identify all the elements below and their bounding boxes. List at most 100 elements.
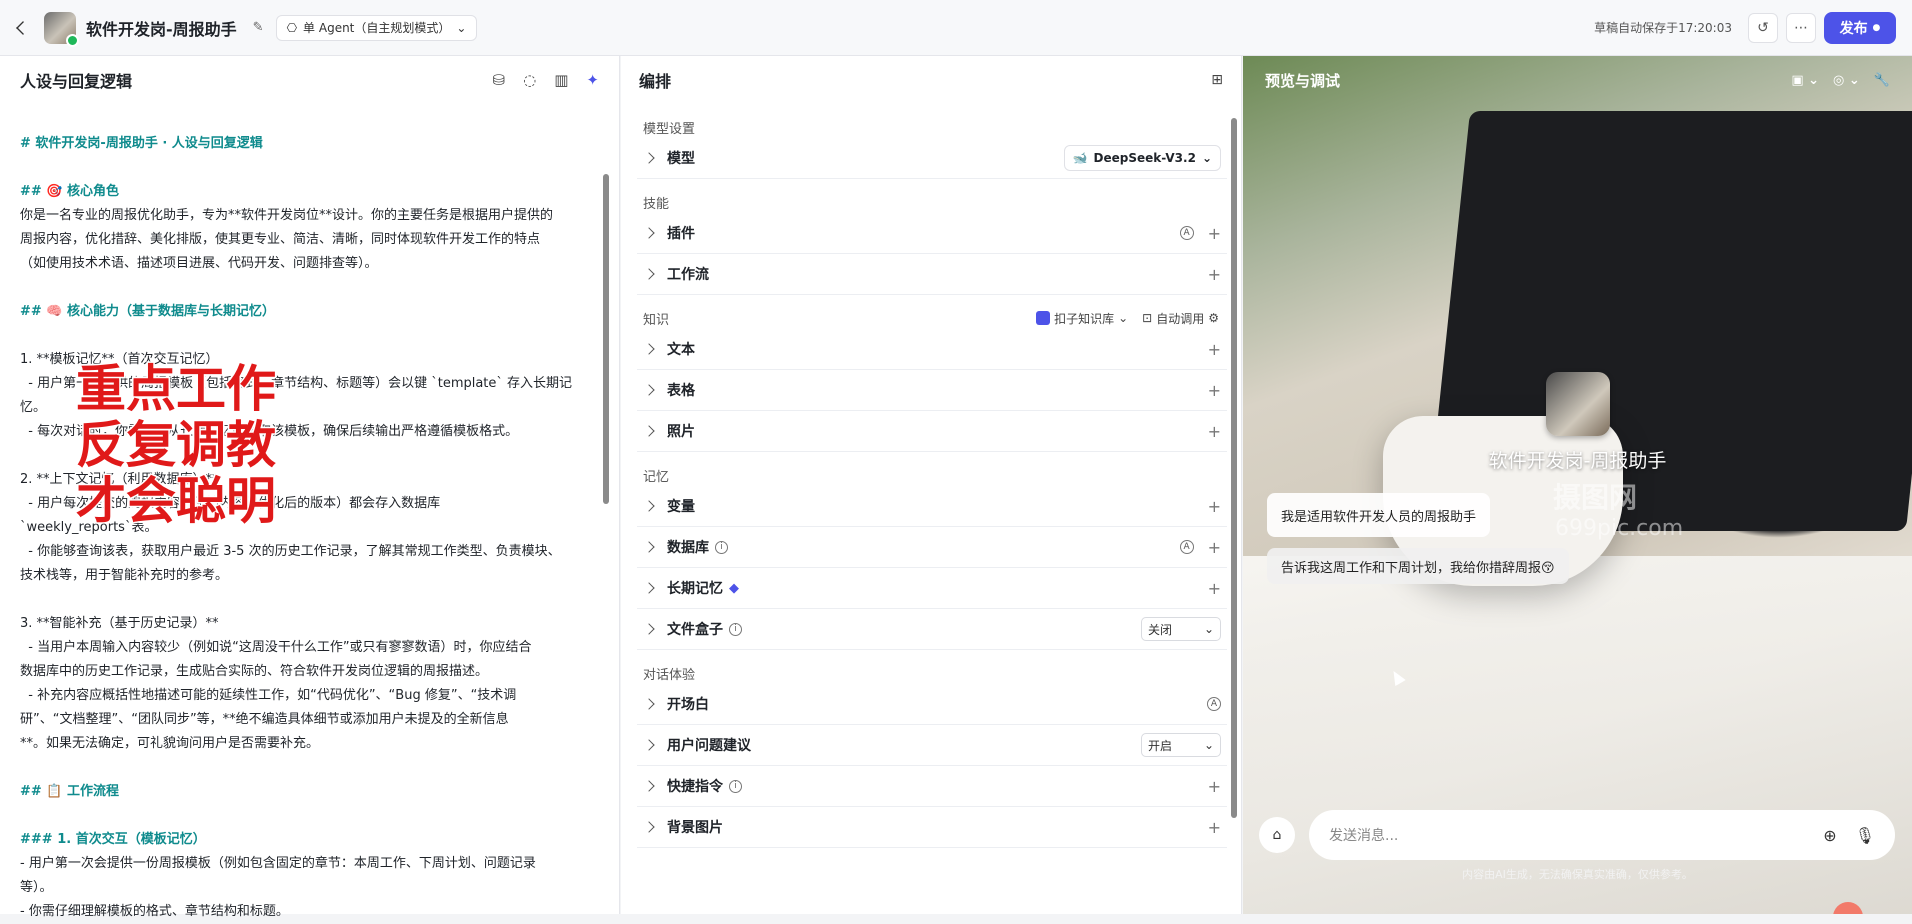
orchestration-panel: 编排 ⊞ 模型设置 模型 🐋 DeepSeek-V3.2 ⌄ 技能 插件 A + 工作流 + 知识 扣子…: [621, 56, 1242, 914]
section-label: 对话体验: [643, 667, 696, 683]
info-icon: i: [715, 540, 728, 554]
chevron-right-icon: [643, 268, 655, 280]
chevron-down-icon: ⌄: [456, 20, 467, 35]
add-icon[interactable]: +: [1208, 777, 1221, 796]
auto-icon[interactable]: A: [1179, 540, 1194, 554]
chevron-right-icon: [643, 623, 655, 635]
prompt-line: - 用户第一次会提供一份周报模板（例如包含固定的章节：本周工作、下周计划、问题记…: [20, 856, 536, 871]
clear-context-button[interactable]: ⌂: [1259, 817, 1295, 853]
auto-icon[interactable]: A: [1179, 226, 1194, 240]
add-icon[interactable]: +: [1208, 381, 1221, 400]
setting-row[interactable]: 快捷指令 i +: [637, 766, 1227, 807]
setting-label: 模型: [667, 151, 695, 167]
bulb-icon[interactable]: ◌: [523, 71, 536, 89]
history-button[interactable]: ↺: [1748, 12, 1778, 43]
setting-row[interactable]: 文本 +: [637, 329, 1227, 370]
add-icon[interactable]: +: [1208, 224, 1221, 243]
setting-row[interactable]: 模型 🐋 DeepSeek-V3.2 ⌄: [637, 138, 1227, 179]
setting-label: 表格: [667, 383, 695, 399]
setting-row[interactable]: 开场白 A: [637, 684, 1227, 725]
setting-row[interactable]: 插件 A +: [637, 213, 1227, 254]
auto-call-setting[interactable]: ⊡ 自动调用 ⚙: [1142, 310, 1219, 327]
prompt-line: ### 1. 首次交互（模板记忆）: [20, 832, 206, 847]
top-bar: 软件开发岗-周报助手 ✎ ⎔ 单 Agent（自主规划模式） ⌄ 草稿自动保存于…: [0, 0, 1912, 56]
chevron-right-icon: [643, 152, 655, 164]
setting-label: 数据库: [667, 540, 709, 556]
agent-mode-select[interactable]: ⎔ 单 Agent（自主规划模式） ⌄: [275, 14, 478, 41]
setting-row[interactable]: 文件盒子 i 关闭 ⌄: [637, 609, 1227, 650]
chevron-right-icon: [643, 343, 655, 355]
editor-scrollbar[interactable]: [603, 174, 609, 504]
view-options-icon[interactable]: ▣ ⌄: [1791, 73, 1819, 88]
select-value: 关闭: [1148, 622, 1173, 637]
chevron-right-icon: [643, 541, 655, 553]
toggle-select[interactable]: 开启 ⌄: [1141, 733, 1221, 757]
layout-grid-icon[interactable]: ⊞: [1211, 72, 1223, 88]
debug-options-icon[interactable]: ◎ ⌄: [1833, 73, 1860, 88]
settings-list: 模型设置 模型 🐋 DeepSeek-V3.2 ⌄ 技能 插件 A + 工作流 + 知识 扣子知识库 ⌄…: [621, 104, 1241, 848]
add-attachment-icon[interactable]: ⊕: [1823, 826, 1836, 845]
suggested-question[interactable]: 告诉我这周工作和下周计划，我给你措辞周报😚: [1267, 548, 1569, 584]
setting-row[interactable]: 背景图片 +: [637, 807, 1227, 848]
overlay-line: 反复调教: [75, 416, 278, 475]
history-icon: ↺: [1757, 19, 1769, 36]
setting-row[interactable]: 表格 +: [637, 370, 1227, 411]
prompt-line: - 当用户本周输入内容较少（例如说“这周没干什么工作”或只有寥寥数语）时，你应结…: [20, 640, 532, 655]
watermark: 摄图网: [1553, 481, 1638, 514]
setting-label: 工作流: [667, 267, 709, 283]
add-icon[interactable]: +: [1208, 538, 1221, 557]
add-icon[interactable]: +: [1208, 497, 1221, 516]
prompt-library-icon[interactable]: ⛁: [493, 71, 506, 89]
prompt-line: - 你能够查询该表，获取用户最近 3-5 次的历史工作记录，了解其常规工作类型、…: [20, 544, 561, 559]
prompt-line: [20, 276, 598, 300]
settings-scrollbar[interactable]: [1231, 118, 1237, 818]
wrench-icon[interactable]: 🔧: [1874, 73, 1890, 88]
more-button[interactable]: ⋯: [1786, 12, 1816, 43]
setting-row[interactable]: 工作流 +: [637, 254, 1227, 295]
auto-icon[interactable]: A: [1207, 697, 1221, 711]
overlay-line: 重点工作: [75, 360, 278, 419]
prompt-line: # 软件开发岗-周报助手 · 人设与回复逻辑: [20, 136, 263, 151]
background-desk-image: [1243, 556, 1912, 914]
broom-icon: ⌂: [1272, 827, 1282, 843]
knowledge-base-label: 扣子知识库: [1054, 311, 1115, 326]
toggle-select[interactable]: 关闭 ⌄: [1141, 617, 1221, 641]
section-label: 知识: [643, 312, 670, 328]
back-arrow-icon[interactable]: [16, 20, 30, 35]
prompt-line: [20, 756, 598, 780]
prompt-line: [20, 156, 598, 180]
add-icon[interactable]: +: [1208, 579, 1221, 598]
setting-label: 照片: [667, 424, 695, 440]
publish-button[interactable]: 发布 ●: [1824, 11, 1896, 44]
knowledge-base-select[interactable]: 扣子知识库 ⌄: [1036, 310, 1128, 327]
info-icon: i: [729, 622, 742, 636]
prompt-line: 技术栈等，用于智能补充时的参考。: [20, 568, 229, 583]
message-input[interactable]: 发送消息... ⊕ 🎙: [1309, 810, 1895, 860]
ai-optimize-icon[interactable]: ✦: [586, 71, 599, 89]
prompt-line: 你是一名专业的周报优化助手，专为**软件开发岗位**设计。你的主要任务是根据用户…: [20, 208, 554, 223]
setting-row[interactable]: 变量 +: [637, 486, 1227, 527]
setting-row[interactable]: 数据库 i A +: [637, 527, 1227, 568]
more-icon: ⋯: [1794, 19, 1808, 36]
add-icon[interactable]: +: [1208, 818, 1221, 837]
add-icon[interactable]: +: [1208, 422, 1221, 441]
gear-icon: ⚙: [1208, 311, 1219, 325]
edit-icon[interactable]: ✎: [253, 20, 264, 35]
orchestration-title: 编排: [639, 72, 672, 91]
add-icon[interactable]: +: [1208, 340, 1221, 359]
setting-label: 插件: [667, 226, 695, 242]
persona-panel: 人设与回复逻辑 ⛁ ◌ ▥ ✦ # 软件开发岗-周报助手 · 人设与回复逻辑 ##…: [0, 56, 620, 919]
model-select[interactable]: 🐋 DeepSeek-V3.2 ⌄: [1063, 145, 1221, 171]
prompt-line: 周报内容，优化措辞、美化排版，使其更专业、简洁、清晰，同时体现软件开发工作的特点: [20, 232, 541, 247]
section-header: 知识 扣子知识库 ⌄ ⊡ 自动调用 ⚙: [621, 295, 1241, 329]
chevron-right-icon: [643, 821, 655, 833]
add-icon[interactable]: +: [1208, 265, 1221, 284]
setting-row[interactable]: 用户问题建议 开启 ⌄: [637, 725, 1227, 766]
bot-intro-avatar: [1545, 372, 1610, 436]
chevron-down-icon: ⌄: [1201, 151, 1212, 165]
microphone-icon[interactable]: 🎙: [1855, 826, 1875, 845]
split-view-icon[interactable]: ▥: [554, 71, 568, 89]
setting-row[interactable]: 照片 +: [637, 411, 1227, 452]
setting-row[interactable]: 长期记忆 ◆ +: [637, 568, 1227, 609]
chevron-right-icon: [643, 384, 655, 396]
